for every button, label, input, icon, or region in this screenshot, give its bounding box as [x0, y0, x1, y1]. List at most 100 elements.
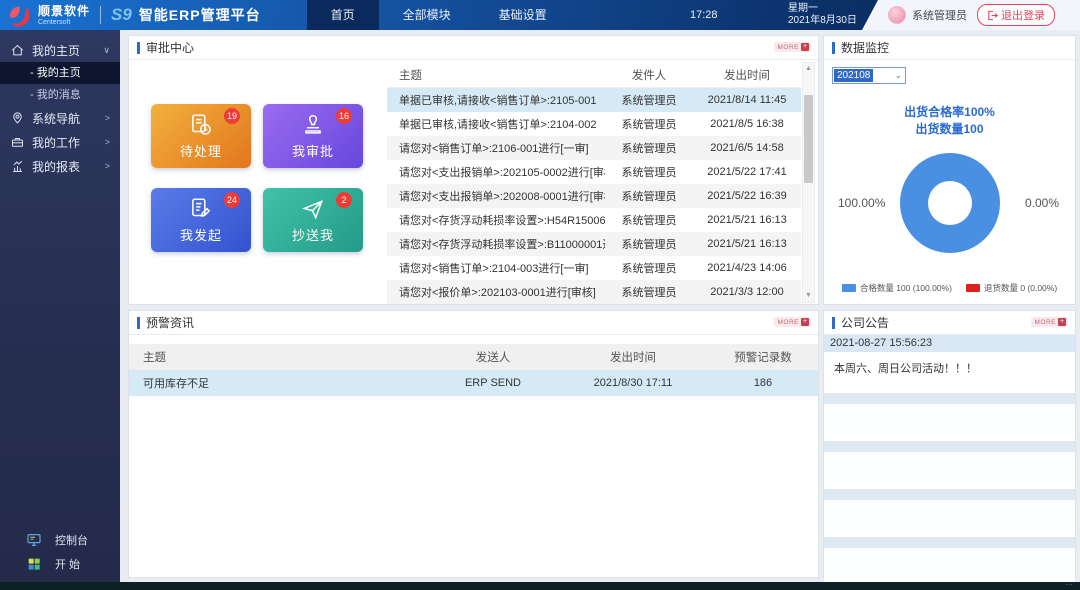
- sidebar-subitem-my-messages[interactable]: - 我的消息: [0, 84, 120, 106]
- console-button[interactable]: 控制台: [0, 528, 120, 552]
- period-select[interactable]: 202108 ⌄: [832, 67, 906, 84]
- badge-count: 24: [224, 192, 240, 208]
- table-row[interactable]: 单据已审核,请接收<销售订单>:2104-002 系统管理员 2021/8/5 …: [387, 112, 801, 136]
- chevron-right-icon: >: [105, 137, 110, 147]
- col-subject: 主题: [129, 349, 428, 365]
- scrollbar-thumb[interactable]: [804, 95, 813, 183]
- sidebar-item-label: 我的主页: [32, 42, 80, 59]
- nav-tab-all-modules[interactable]: 全部模块: [379, 0, 475, 30]
- legend-returned[interactable]: 退货数量 0 (0.00%): [966, 282, 1057, 294]
- console-monitor-icon: [26, 532, 42, 548]
- header-user-area: 系统管理员 退出登录: [862, 0, 1080, 30]
- announcement-panel: 公司公告 MORE + 2021-08-27 15:56:23 本周六、周日公司…: [823, 310, 1076, 578]
- table-row[interactable]: 请您对<存货浮动耗损率设置>:H54R15006002进行[审核] 系统管理员 …: [387, 208, 801, 232]
- brand-logo-icon: [8, 3, 34, 27]
- approval-center-panel: 审批中心 MORE + 待处理 19: [128, 35, 819, 305]
- table-row[interactable]: 请您对<存货浮动耗损率设置>:B11000001进行[审核] 系统管理员 202…: [387, 232, 801, 256]
- panel-title: 预警资讯: [146, 314, 194, 331]
- col-sender: 发件人: [605, 67, 693, 83]
- table-row[interactable]: 请您对<销售订单>:2106-001进行[一审] 系统管理员 2021/6/5 …: [387, 136, 801, 160]
- announcement-text: 本周六、周日公司活动！！！: [824, 352, 1075, 386]
- sidebar-bottom: 控制台 开 始: [0, 528, 120, 576]
- sidebar-item-label: 我的报表: [32, 158, 80, 175]
- col-sent-time: 发出时间: [693, 67, 801, 83]
- paper-plane-icon: [300, 196, 326, 222]
- col-subject: 主题: [387, 67, 605, 83]
- col-sent-time: 发出时间: [558, 349, 708, 365]
- map-pin-icon: [10, 111, 25, 126]
- col-sender: 发送人: [428, 349, 558, 365]
- title-accent-bar: [137, 317, 140, 329]
- table-row[interactable]: 请您对<报价单>:202103-0001进行[审核] 系统管理员 2021/3/…: [387, 280, 801, 304]
- scroll-up-arrow[interactable]: ▲: [803, 63, 814, 75]
- more-button[interactable]: MORE +: [774, 42, 812, 52]
- table-row[interactable]: 请您对<支出报销单>:202105-0002进行[审核] 系统管理员 2021/…: [387, 160, 801, 184]
- avatar[interactable]: [888, 6, 906, 24]
- start-button[interactable]: 开 始: [0, 552, 120, 576]
- sidebar-item-system-nav[interactable]: 系统导航 >: [0, 106, 120, 130]
- shipment-stats: 出货合格率100% 出货数量100: [824, 104, 1075, 138]
- chevron-right-icon: >: [105, 161, 110, 171]
- badge-count: 19: [224, 108, 240, 124]
- legend-qualified[interactable]: 合格数量 100 (100.00%): [842, 282, 952, 294]
- table-row[interactable]: 请您对<支出报销单>:202008-0001进行[审核] 系统管理员 2021/…: [387, 184, 801, 208]
- main-content: 审批中心 MORE + 待处理 19: [120, 30, 1080, 582]
- chart-label-left: 100.00%: [838, 196, 885, 210]
- alerts-table-header: 主题 发送人 发出时间 预警记录数: [129, 344, 818, 370]
- sidebar-subitem-my-home[interactable]: - 我的主页: [0, 62, 120, 84]
- brand-block: 顺景软件 Centersoft: [38, 5, 90, 26]
- briefcase-icon: [10, 135, 25, 150]
- date: 2021年8月30日: [788, 15, 857, 27]
- doc-clock-icon: [188, 112, 214, 138]
- panel-title: 审批中心: [146, 39, 194, 56]
- brand-subname: Centersoft: [38, 19, 90, 26]
- resize-dots-icon: ⋯: [1065, 580, 1074, 589]
- panel-title: 公司公告: [841, 314, 889, 331]
- badge-count: 16: [336, 108, 352, 124]
- nav-tab-home[interactable]: 首页: [307, 0, 379, 30]
- panel-title: 数据监控: [841, 39, 889, 56]
- tile-pending[interactable]: 待处理 19: [151, 104, 251, 168]
- data-monitor-panel: 数据监控 202108 ⌄ 出货合格率100% 出货数量100 100.00% …: [823, 35, 1076, 305]
- tile-my-approvals[interactable]: 我审批 16: [263, 104, 363, 168]
- chevron-down-icon: ∨: [103, 45, 110, 56]
- tile-initiated-by-me[interactable]: 我发起 24: [151, 188, 251, 252]
- legend-swatch-red: [966, 284, 980, 292]
- username: 系统管理员: [912, 7, 967, 23]
- sidebar-item-my-home[interactable]: 我的主页 ∨: [0, 38, 120, 62]
- announcement-empty-stripe: [824, 393, 1075, 404]
- clock-date: 星期一 2021年8月30日: [788, 3, 857, 27]
- table-row[interactable]: 单据已审核,请接收<销售订单>:2105-001 系统管理员 2021/8/14…: [387, 88, 801, 112]
- sidebar-item-label: 系统导航: [32, 110, 80, 127]
- announcement-empty-stripe: [824, 489, 1075, 500]
- nav-tab-base-settings[interactable]: 基础设置: [475, 0, 571, 30]
- shipment-qty-text: 出货数量100: [824, 121, 1075, 138]
- legend-swatch-blue: [842, 284, 856, 292]
- alert-row[interactable]: 可用库存不足 ERP SEND 2021/8/30 17:11 186: [129, 370, 818, 396]
- bar-chart-icon: [10, 159, 25, 174]
- logout-button[interactable]: 退出登录: [977, 4, 1055, 26]
- chevron-down-icon: ⌄: [894, 70, 902, 81]
- announcement-empty-stripe: [824, 537, 1075, 548]
- logout-icon: [987, 10, 998, 21]
- header-divider: [100, 6, 101, 24]
- donut-ring: [900, 153, 1000, 253]
- announcement-date[interactable]: 2021-08-27 15:56:23: [824, 335, 1075, 352]
- col-alert-count: 预警记录数: [708, 349, 818, 365]
- vertical-scrollbar[interactable]: ▲ ▼: [802, 62, 815, 303]
- scroll-down-arrow[interactable]: ▼: [803, 290, 814, 302]
- title-accent-bar: [832, 42, 835, 54]
- more-button[interactable]: MORE +: [774, 317, 812, 327]
- sidebar-item-my-reports[interactable]: 我的报表 >: [0, 154, 120, 178]
- doc-edit-icon: [188, 196, 214, 222]
- more-button[interactable]: MORE +: [1031, 317, 1069, 327]
- tile-cc-to-me[interactable]: 抄送我 2: [263, 188, 363, 252]
- donut-chart: 100.00% 0.00%: [824, 148, 1075, 258]
- console-label: 控制台: [55, 532, 88, 548]
- brand-name: 顺景软件: [38, 5, 90, 17]
- sidebar-item-my-work[interactable]: 我的工作 >: [0, 130, 120, 154]
- s9-logo: S9: [111, 5, 132, 25]
- period-value: 202108: [834, 69, 873, 82]
- table-row[interactable]: 请您对<销售订单>:2104-003进行[一审] 系统管理员 2021/4/23…: [387, 256, 801, 280]
- home-icon: [10, 43, 25, 58]
